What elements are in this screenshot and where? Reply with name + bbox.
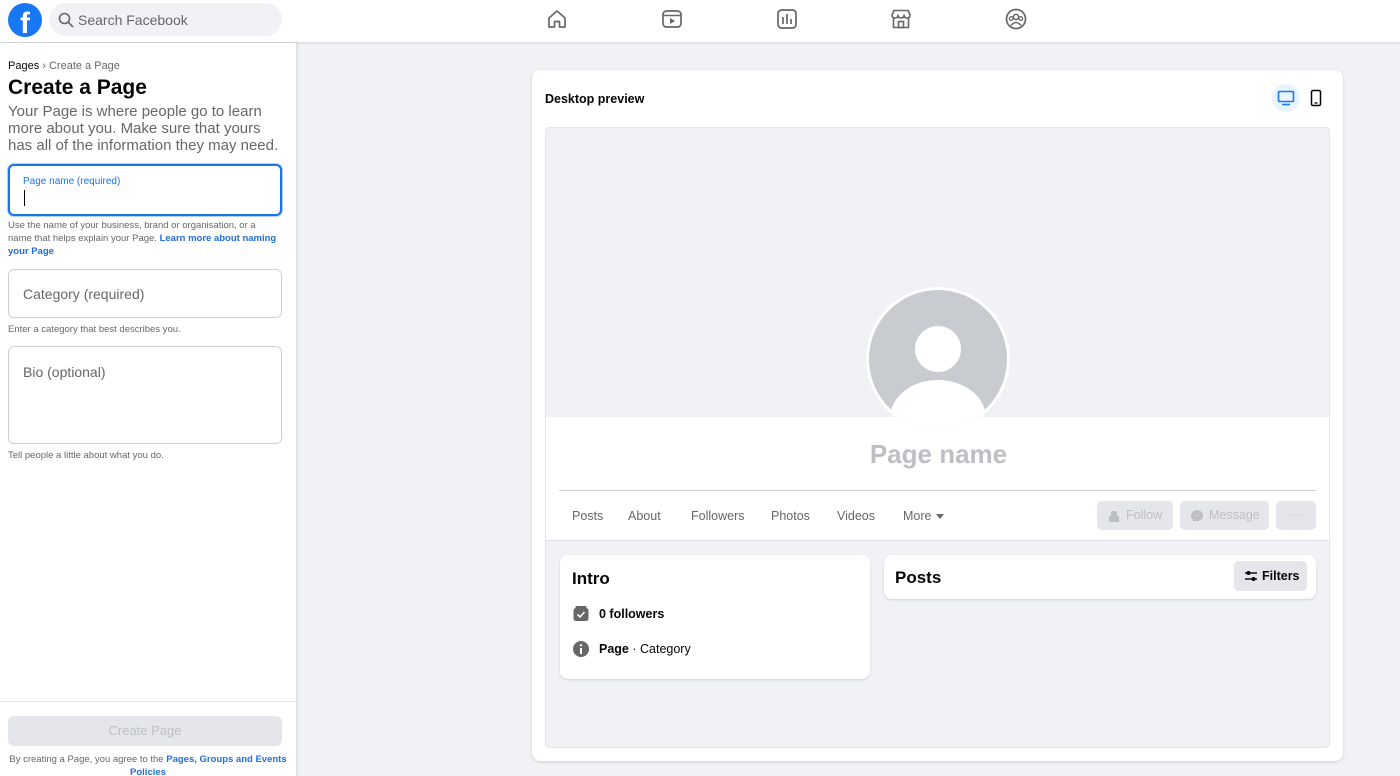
terms-text: By creating a Page, you agree to the	[9, 754, 164, 765]
desktop-icon	[1277, 90, 1295, 106]
follow-icon	[1109, 511, 1119, 522]
search-input[interactable]	[78, 3, 274, 36]
groups-icon[interactable]	[1004, 7, 1028, 31]
follow-label: Follow	[1126, 508, 1163, 522]
video-icon[interactable]	[660, 7, 684, 31]
default-avatar-icon	[890, 326, 986, 428]
preview-title: Desktop preview	[545, 92, 645, 106]
category-info: Page · Category	[599, 642, 691, 656]
messenger-icon	[1191, 510, 1203, 522]
terms-notice: By creating a Page, you agree to the Pag…	[4, 753, 292, 776]
message-button[interactable]: Message	[1180, 501, 1269, 530]
create-page-button[interactable]: Create Page	[8, 716, 282, 746]
filters-icon	[1245, 571, 1257, 581]
followers-icon	[573, 606, 589, 621]
bio-helper: Tell people a little about what you do.	[8, 450, 164, 461]
desktop-view-button[interactable]	[1272, 84, 1300, 112]
breadcrumb: Pages › Create a Page	[8, 60, 120, 72]
breadcrumb-current: Create a Page	[48, 60, 120, 72]
pages-icon[interactable]	[775, 7, 799, 31]
marketplace-icon[interactable]	[889, 7, 913, 31]
page-name-label: Page name (required)	[23, 176, 121, 187]
facebook-logo[interactable]: f	[8, 3, 42, 37]
page-name-helper: Use the name of your business, brand or …	[8, 219, 280, 258]
filters-button[interactable]: Filters	[1234, 561, 1307, 591]
breadcrumb-pages-link[interactable]: Pages	[8, 60, 39, 72]
posts-title: Posts	[895, 568, 942, 587]
tab-followers[interactable]: Followers	[691, 509, 745, 523]
category-placeholder: Category (required)	[23, 286, 145, 302]
tab-about[interactable]: About	[628, 509, 661, 523]
posts-card: Posts Filters	[884, 555, 1316, 599]
followers-count: 0 followers	[599, 607, 665, 621]
text-caret	[24, 190, 25, 206]
category-helper: Enter a category that best describes you…	[8, 324, 181, 335]
search-box[interactable]	[49, 3, 282, 36]
tab-photos[interactable]: Photos	[771, 509, 810, 523]
top-navigation-bar: f	[0, 0, 1400, 43]
mobile-icon	[1310, 89, 1322, 107]
category-label: · Category	[628, 642, 691, 656]
message-label: Message	[1209, 508, 1260, 522]
mobile-view-button[interactable]	[1302, 84, 1330, 112]
intro-title: Intro	[572, 569, 610, 588]
header-divider	[559, 490, 1316, 491]
caret-down-icon	[936, 514, 945, 520]
create-page-sidebar: Pages › Create a Page Create a Page Your…	[0, 43, 296, 776]
preview-page-name: Page name	[869, 439, 1008, 469]
follow-button[interactable]: Follow	[1097, 501, 1173, 530]
filters-label: Filters	[1262, 569, 1300, 583]
search-icon	[58, 12, 74, 28]
bio-field[interactable]: Bio (optional)	[8, 346, 282, 444]
info-icon	[573, 641, 589, 657]
bio-placeholder: Bio (optional)	[23, 364, 106, 380]
tab-videos[interactable]: Videos	[837, 509, 875, 523]
tab-more[interactable]: More	[903, 509, 945, 523]
category-field[interactable]: Category (required)	[8, 269, 282, 318]
tab-more-label: More	[903, 509, 932, 523]
tab-posts[interactable]: Posts	[572, 509, 603, 523]
page-name-field[interactable]: Page name (required)	[8, 164, 282, 216]
page-type-label: Page	[599, 642, 629, 656]
sidebar-footer: Create Page By creating a Page, you agre…	[0, 701, 296, 776]
page-title: Create a Page	[8, 76, 147, 99]
home-icon[interactable]	[545, 7, 569, 31]
page-preview-frame: Page name Posts About Followers Photos V…	[545, 127, 1330, 748]
breadcrumb-separator: ›	[39, 60, 49, 72]
page-description: Your Page is where people go to learn mo…	[8, 103, 279, 154]
profile-picture	[866, 287, 1010, 431]
intro-card: Intro 0 followers Page · Category	[560, 555, 870, 679]
more-options-button[interactable]: ···	[1276, 501, 1316, 530]
desktop-preview-card: Desktop preview Page name Posts About Fo	[532, 70, 1343, 761]
